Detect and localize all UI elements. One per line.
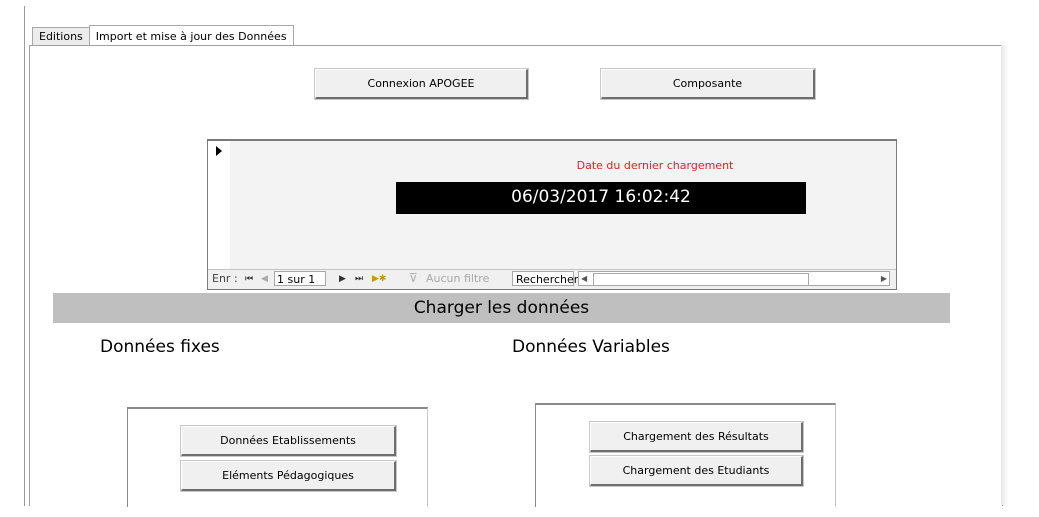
first-record-icon[interactable]: ⏮ (245, 272, 253, 286)
record-navigation-bar: Enr : ⏮ ◀ 1 sur 1 ▶ ⏭ ▶✱ ⊽ Aucun filtre … (208, 269, 896, 289)
last-load-label: Date du dernier chargement (576, 159, 734, 172)
chargement-resultats-button[interactable]: Chargement des Résultats (590, 422, 803, 452)
fixed-data-title: Données fixes (100, 337, 220, 357)
tab-editions[interactable]: Editions (32, 27, 90, 46)
record-selector[interactable] (208, 141, 231, 269)
last-load-value: 06/03/2017 16:02:42 (396, 182, 806, 214)
record-prefix: Enr : (212, 272, 238, 285)
panel-shadow (1001, 45, 1009, 505)
last-load-subform: Date du dernier chargement 06/03/2017 16… (207, 139, 897, 290)
new-record-icon[interactable]: ▶✱ (372, 272, 386, 286)
scroll-thumb[interactable] (593, 273, 809, 286)
scroll-left-icon[interactable]: ◀ (581, 272, 587, 285)
no-filter-icon: ⊽ (409, 271, 418, 285)
elements-pedagogiques-button[interactable]: Eléments Pédagogiques (181, 461, 396, 491)
filter-label: Aucun filtre (426, 272, 490, 285)
fixed-data-group (127, 407, 428, 507)
last-record-icon[interactable]: ⏭ (355, 272, 363, 286)
scroll-right-icon[interactable]: ▶ (881, 272, 887, 285)
donnees-etablissements-button[interactable]: Données Etablissements (181, 426, 396, 456)
load-data-banner: Charger les données (53, 293, 950, 323)
variable-data-group (535, 403, 836, 507)
horizontal-scrollbar[interactable]: ◀ ▶ (578, 271, 890, 286)
tab-import-update[interactable]: Import et mise à jour des Données (88, 25, 294, 47)
current-record-field[interactable]: 1 sur 1 (274, 271, 326, 286)
previous-record-icon[interactable]: ◀ (261, 272, 268, 286)
variable-data-title: Données Variables (512, 337, 670, 357)
composante-button[interactable]: Composante (601, 69, 815, 99)
chargement-etudiants-button[interactable]: Chargement des Etudiants (590, 456, 803, 486)
filter-status[interactable]: ⊽ Aucun filtre (391, 271, 509, 287)
current-record-icon (216, 146, 222, 156)
search-input[interactable]: Rechercher (512, 271, 578, 286)
connexion-apogee-button[interactable]: Connexion APOGEE (315, 69, 528, 99)
next-record-icon[interactable]: ▶ (339, 272, 346, 286)
subform-detail: Date du dernier chargement 06/03/2017 16… (230, 141, 896, 269)
tab-strip: Editions Import et mise à jour des Donné… (32, 24, 294, 47)
